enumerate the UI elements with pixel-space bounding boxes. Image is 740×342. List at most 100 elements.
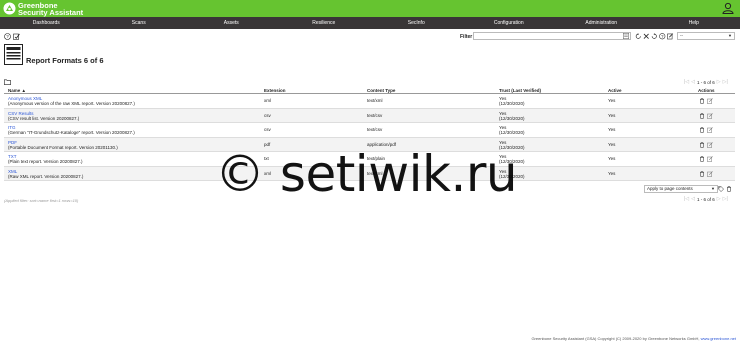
svg-text:?: ? — [6, 34, 9, 39]
footer: Greenbone Security Assistant (GSA) Copyr… — [531, 336, 736, 341]
first-page-icon[interactable]: |◁ — [684, 196, 689, 202]
remove-filter-icon[interactable] — [643, 33, 650, 40]
help-icon[interactable]: ? — [4, 33, 11, 40]
reset-filter-icon[interactable] — [651, 33, 658, 40]
trust-date: (12/30/2020) — [499, 101, 525, 106]
report-format-description: (CSV result list. Version 20200827.) — [8, 115, 80, 121]
svg-text:?: ? — [661, 34, 664, 39]
active-cell: Yes — [608, 156, 616, 161]
user-menu-icon[interactable] — [722, 2, 734, 14]
footer-text: Greenbone Security Assistant (GSA) Copyr… — [531, 336, 700, 341]
trash-icon[interactable] — [699, 127, 705, 133]
active-cell: Yes — [608, 98, 616, 103]
trash-icon[interactable] — [699, 112, 705, 119]
header-name[interactable]: Name ▲ — [8, 88, 26, 93]
greenbone-logo-icon[interactable] — [3, 2, 16, 15]
extension-cell: csv — [264, 127, 271, 132]
menu-assets[interactable]: Assets — [185, 17, 278, 29]
pagination-top: |◁ ◁ 1 - 6 of 6 ▷ ▷| — [684, 79, 728, 85]
pagination-text: 1 - 6 of 6 — [697, 196, 715, 202]
trust-date: (12/30/2020) — [499, 130, 525, 135]
menu-administration[interactable]: Administration — [555, 17, 648, 29]
toolbar: ? — [4, 33, 20, 40]
header-actions: Actions — [698, 88, 715, 93]
trash-icon[interactable] — [699, 156, 705, 162]
chevron-down-icon: ▼ — [711, 186, 715, 191]
next-page-icon[interactable]: ▷ — [717, 196, 721, 202]
row-actions — [699, 112, 713, 119]
menu-configuration[interactable]: Configuration — [463, 17, 556, 29]
applied-filter-text: (Applied filter: sort=name first=1 rows=… — [4, 198, 79, 203]
trash-icon[interactable] — [699, 141, 705, 148]
report-format-description: (German "IT-Grundschutz-Kataloge" report… — [8, 130, 135, 135]
trash-icon[interactable] — [699, 98, 705, 104]
menu-dashboards[interactable]: Dashboards — [0, 17, 93, 29]
table-row: CSV Results (CSV result list. Version 20… — [4, 108, 735, 123]
filter-edit-icon[interactable] — [623, 33, 629, 39]
bulk-action-icons — [718, 186, 732, 192]
edit-filter-icon[interactable] — [667, 33, 674, 40]
header-trust[interactable]: Trust (Last Verified) — [499, 88, 541, 93]
menu-secinfo[interactable]: SecInfo — [370, 17, 463, 29]
header-content-type[interactable]: Content Type — [367, 88, 395, 93]
menu-help[interactable]: Help — [648, 17, 740, 29]
extension-cell: xml — [264, 98, 271, 103]
active-cell: Yes — [608, 141, 616, 147]
report-format-description: (Portable Document Format report. Versio… — [8, 144, 118, 150]
edit-icon[interactable] — [707, 170, 713, 177]
bulk-trash-icon[interactable] — [726, 186, 732, 192]
edit-icon[interactable] — [707, 141, 713, 148]
trash-icon[interactable] — [699, 170, 705, 177]
filter-input[interactable] — [473, 32, 631, 40]
next-page-icon[interactable]: ▷ — [717, 79, 721, 85]
edit-icon[interactable] — [707, 98, 713, 104]
edit-icon[interactable] — [707, 112, 713, 119]
tag-icon[interactable] — [718, 186, 724, 192]
table-row: ITG (German "IT-Grundschutz-Kataloge" re… — [4, 123, 735, 138]
row-actions — [699, 170, 713, 177]
first-page-icon[interactable]: |◁ — [684, 79, 689, 85]
page-title: Report Formats 6 of 6 — [26, 56, 104, 65]
footer-link[interactable]: www.greenbone.net — [701, 336, 736, 341]
edit-icon[interactable] — [707, 127, 713, 133]
content-type-cell: text/csv — [367, 127, 383, 132]
header-active[interactable]: Active — [608, 88, 622, 93]
app-header: Greenbone Security Assistant — [0, 0, 740, 17]
filter-help-icon[interactable]: ? — [659, 33, 666, 40]
filter-select[interactable]: -- ▼ — [677, 32, 735, 40]
last-page-icon[interactable]: ▷| — [723, 79, 728, 85]
watermark: © setiwik.ru — [215, 145, 518, 203]
report-format-description: (Raw XML report. Version 20200827.) — [8, 173, 84, 179]
content-type-cell: text/xml — [367, 98, 383, 103]
edit-icon[interactable] — [707, 156, 713, 162]
last-page-icon[interactable]: ▷| — [723, 196, 728, 202]
pagination-bottom: |◁ ◁ 1 - 6 of 6 ▷ ▷| — [684, 196, 728, 202]
report-format-description: (Anonymous version of the raw XML report… — [8, 101, 135, 106]
chevron-down-icon: ▼ — [728, 33, 732, 38]
filter-label: Filter — [460, 34, 473, 40]
folder-icon[interactable] — [4, 79, 11, 85]
previous-page-icon[interactable]: ◁ — [691, 79, 695, 85]
row-actions — [699, 156, 713, 162]
menu-scans[interactable]: Scans — [93, 17, 186, 29]
menu-resilience[interactable]: Resilience — [278, 17, 371, 29]
filter-select-value: -- — [680, 33, 683, 38]
filter-actions: ? — [635, 33, 674, 40]
main-menu: Dashboards Scans Assets Resilience SecIn… — [0, 17, 740, 29]
apply-to-value: Apply to page contents — [647, 186, 693, 191]
row-actions — [699, 98, 713, 104]
refresh-icon[interactable] — [635, 33, 642, 40]
pagination-text: 1 - 6 of 6 — [697, 79, 715, 85]
apply-to-select[interactable]: Apply to page contents ▼ — [644, 185, 718, 193]
row-actions — [699, 141, 713, 148]
report-format-description: (Plain text report. Version 20200827.) — [8, 159, 83, 164]
new-report-format-icon[interactable] — [13, 33, 20, 40]
content-type-cell: text/csv — [367, 112, 383, 118]
previous-page-icon[interactable]: ◁ — [691, 196, 695, 202]
table-row: Anonymous XML (Anonymous version of the … — [4, 94, 735, 109]
table-header: Name ▲ Extension Content Type Trust (Las… — [4, 86, 735, 94]
row-actions — [699, 127, 713, 133]
active-cell: Yes — [608, 127, 616, 132]
header-extension[interactable]: Extension — [264, 88, 286, 93]
active-cell: Yes — [608, 170, 616, 176]
